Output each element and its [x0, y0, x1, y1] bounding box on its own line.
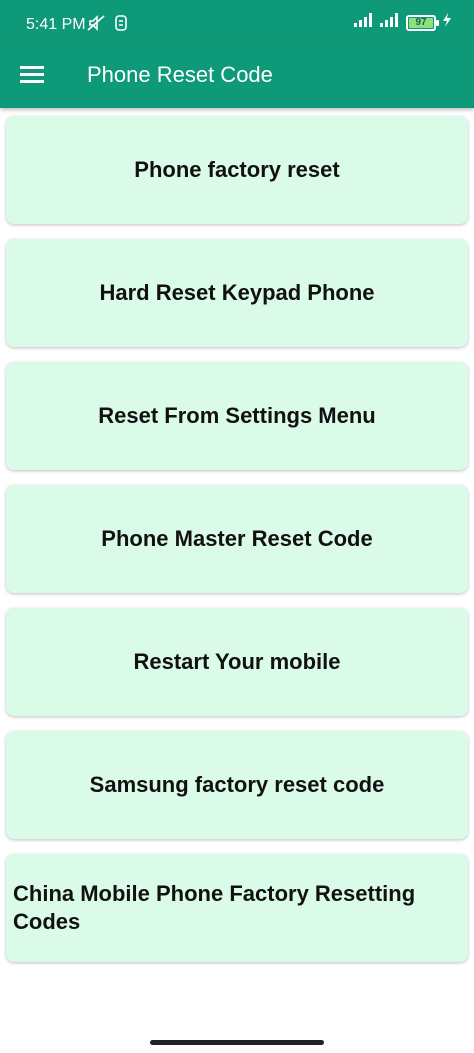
status-bar: 5:41 PM 97 — [0, 0, 474, 42]
list-item-phone-factory-reset[interactable]: Phone factory reset — [6, 116, 468, 224]
list-item-phone-master-reset-code[interactable]: Phone Master Reset Code — [6, 485, 468, 593]
battery-level: 97 — [415, 17, 427, 28]
signal-icon — [354, 13, 374, 32]
status-left-icons — [86, 14, 128, 37]
list-item-samsung-factory-reset-code[interactable]: Samsung factory reset code — [6, 731, 468, 839]
notification-icon — [114, 14, 128, 37]
charging-icon — [442, 13, 452, 32]
list-item-label: Phone Master Reset Code — [101, 526, 373, 551]
app-title: Phone Reset Code — [87, 62, 273, 87]
menu-icon[interactable] — [20, 63, 46, 85]
list-item-label: Samsung factory reset code — [89, 772, 385, 797]
list-item-label: Reset From Settings Menu — [98, 403, 376, 428]
list-item-label: China Mobile Phone Factory Resetting Cod… — [13, 881, 416, 934]
home-indicator[interactable] — [150, 1040, 324, 1045]
list-item-label: Restart Your mobile — [133, 649, 341, 674]
battery-icon: 97 — [406, 14, 439, 31]
status-right: 97 — [354, 13, 452, 32]
app-bar: Phone Reset Code — [0, 42, 474, 108]
mute-icon — [86, 14, 106, 37]
status-time: 5:41 PM — [26, 16, 86, 33]
list-item-restart-your-mobile[interactable]: Restart Your mobile — [6, 608, 468, 716]
list-item-label: Phone factory reset — [134, 157, 340, 182]
list-item-china-mobile-phone-factory-resetting-codes[interactable]: China Mobile Phone Factory Resetting Cod… — [6, 854, 468, 962]
list-item-label: Hard Reset Keypad Phone — [99, 280, 375, 305]
signal-icon — [380, 13, 400, 32]
list-item-reset-from-settings-menu[interactable]: Reset From Settings Menu — [6, 362, 468, 470]
list-item-hard-reset-keypad-phone[interactable]: Hard Reset Keypad Phone — [6, 239, 468, 347]
reset-options-list: Phone factory reset Hard Reset Keypad Ph… — [6, 116, 468, 977]
